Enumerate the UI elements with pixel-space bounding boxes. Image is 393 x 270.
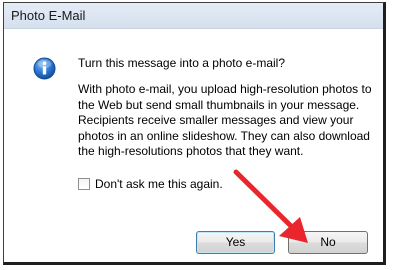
dialog-description: With photo e-mail, you upload high-resol…: [78, 82, 372, 159]
dont-ask-again-option[interactable]: Don't ask me this again.: [78, 176, 223, 192]
yes-button[interactable]: Yes: [196, 231, 275, 254]
dialog-question: Turn this message into a photo e-mail?: [78, 56, 285, 70]
info-icon: [33, 57, 56, 80]
no-button[interactable]: No: [288, 231, 368, 254]
dont-ask-again-checkbox[interactable]: [78, 178, 90, 190]
title-bar: Photo E-Mail: [4, 3, 383, 29]
dont-ask-again-label[interactable]: Don't ask me this again.: [95, 177, 223, 191]
dialog-title: Photo E-Mail: [11, 8, 86, 23]
